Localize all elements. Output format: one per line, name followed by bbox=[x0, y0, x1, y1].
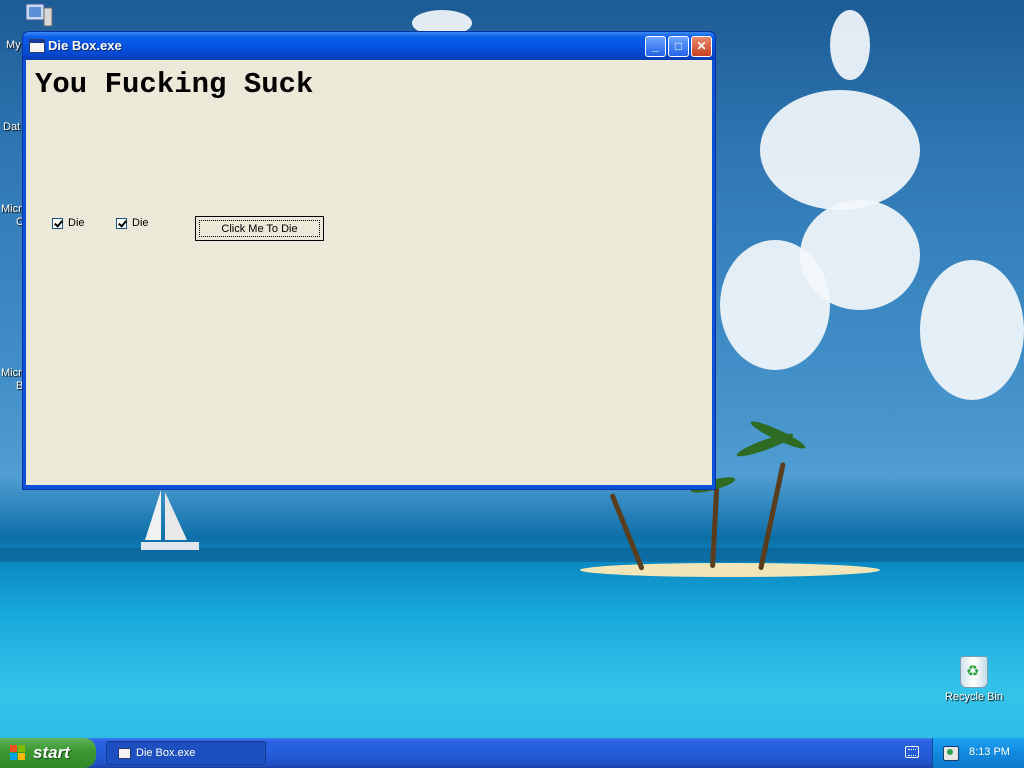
sailboat bbox=[141, 490, 199, 550]
taskbar: start Die Box.exe 8:13 PM bbox=[0, 738, 1024, 768]
checkbox-label: Die bbox=[68, 217, 85, 229]
die-checkbox-1[interactable]: Die bbox=[52, 217, 85, 229]
taskbar-item-label: Die Box.exe bbox=[136, 747, 196, 759]
maximize-icon: □ bbox=[674, 39, 683, 53]
app-icon[interactable] bbox=[29, 39, 45, 53]
headline-label: You Fucking Suck bbox=[35, 68, 314, 101]
click-me-to-die-button[interactable]: Click Me To Die bbox=[195, 216, 324, 241]
checkbox-box[interactable] bbox=[116, 217, 127, 229]
network-icon[interactable] bbox=[943, 746, 959, 761]
desktop-icon-label[interactable]: Dat bbox=[3, 121, 20, 133]
minimize-button[interactable]: _ bbox=[645, 36, 666, 57]
checkbox-label: Die bbox=[132, 217, 149, 229]
desktop-icon-label[interactable]: Micr bbox=[1, 203, 22, 215]
system-tray: 8:13 PM bbox=[932, 738, 1024, 768]
cloud bbox=[830, 10, 870, 80]
minimize-icon: _ bbox=[652, 39, 659, 53]
island-sand bbox=[580, 563, 880, 577]
desktop-icon-label[interactable]: My bbox=[6, 39, 21, 51]
window-title: Die Box.exe bbox=[48, 38, 122, 53]
maximize-button[interactable]: □ bbox=[668, 36, 689, 57]
die-checkbox-2[interactable]: Die bbox=[116, 217, 149, 229]
recycle-bin-label: Recycle Bin bbox=[944, 691, 1004, 703]
my-computer-icon[interactable] bbox=[24, 2, 56, 30]
cloud bbox=[920, 260, 1024, 400]
keyboard-icon[interactable] bbox=[905, 746, 919, 758]
desktop-icon-label[interactable]: Micr bbox=[1, 367, 22, 379]
cloud bbox=[760, 90, 920, 210]
title-bar[interactable]: Die Box.exe _ □ ✕ bbox=[23, 32, 715, 60]
close-button[interactable]: ✕ bbox=[691, 36, 712, 57]
checkbox-box[interactable] bbox=[52, 217, 63, 229]
clock[interactable]: 8:13 PM bbox=[969, 746, 1010, 758]
recycle-bin-icon bbox=[960, 656, 988, 688]
taskbar-item-die-box[interactable]: Die Box.exe bbox=[106, 741, 266, 765]
recycle-bin-shortcut[interactable]: Recycle Bin bbox=[942, 656, 1006, 703]
cloud bbox=[720, 240, 830, 370]
die-box-window: Die Box.exe _ □ ✕ You Fucking Suck Die D… bbox=[22, 31, 716, 490]
close-icon: ✕ bbox=[696, 39, 707, 53]
window-client-area: You Fucking Suck Die Die Click Me To Die bbox=[26, 60, 712, 485]
windows-logo-icon bbox=[10, 745, 26, 761]
start-label: start bbox=[33, 743, 70, 762]
start-button[interactable]: start bbox=[0, 738, 96, 768]
app-icon bbox=[118, 748, 131, 759]
focus-rectangle bbox=[199, 220, 320, 237]
